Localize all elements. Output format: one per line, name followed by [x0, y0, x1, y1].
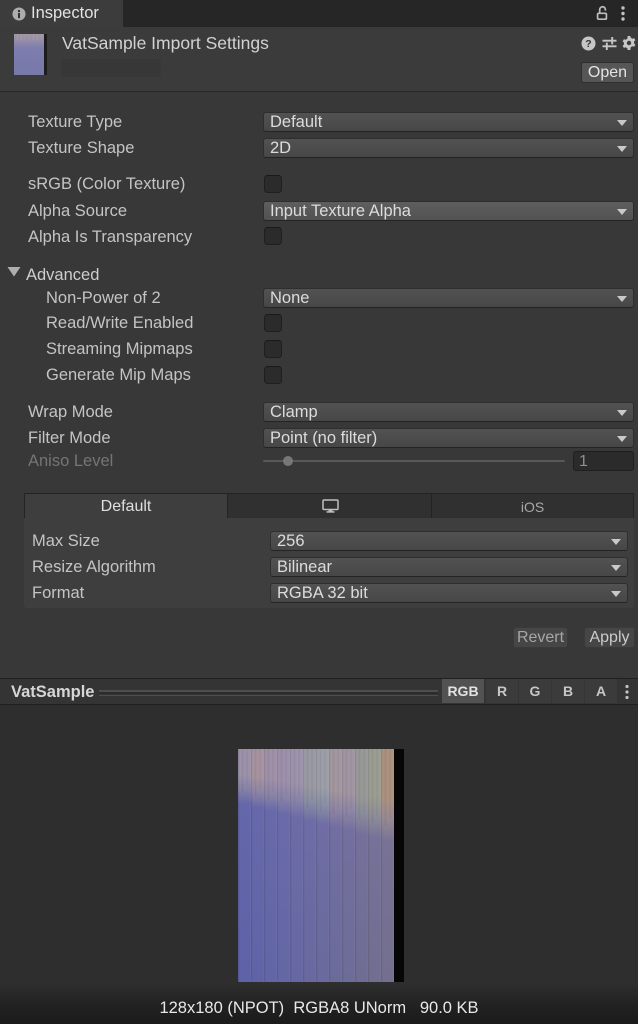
- svg-text:?: ?: [585, 38, 591, 50]
